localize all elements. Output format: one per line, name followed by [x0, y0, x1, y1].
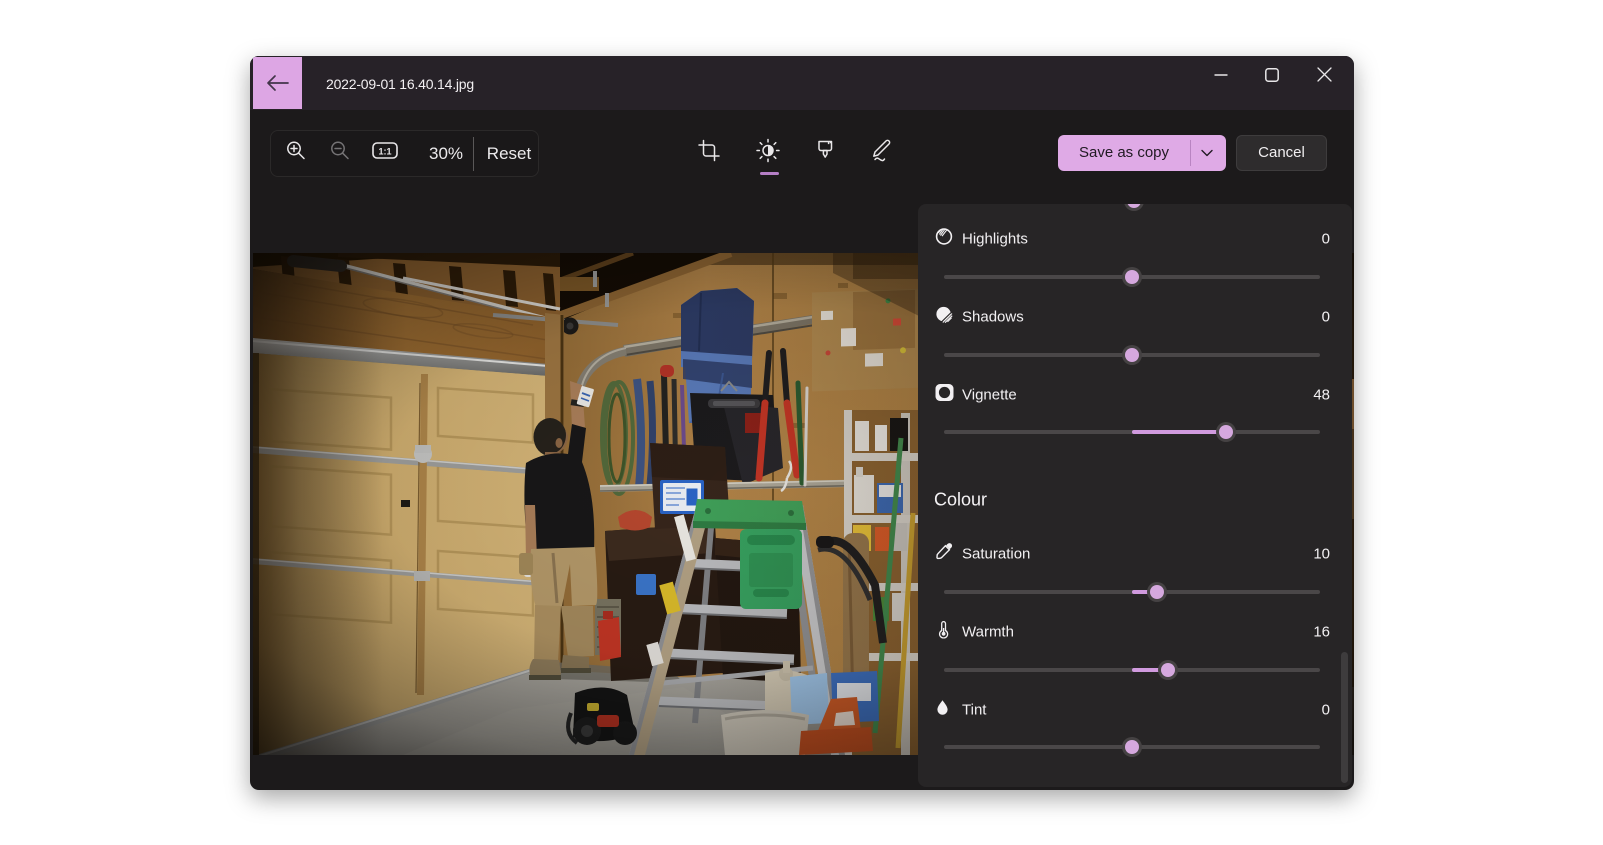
svg-text:1:1: 1:1 [378, 147, 391, 157]
